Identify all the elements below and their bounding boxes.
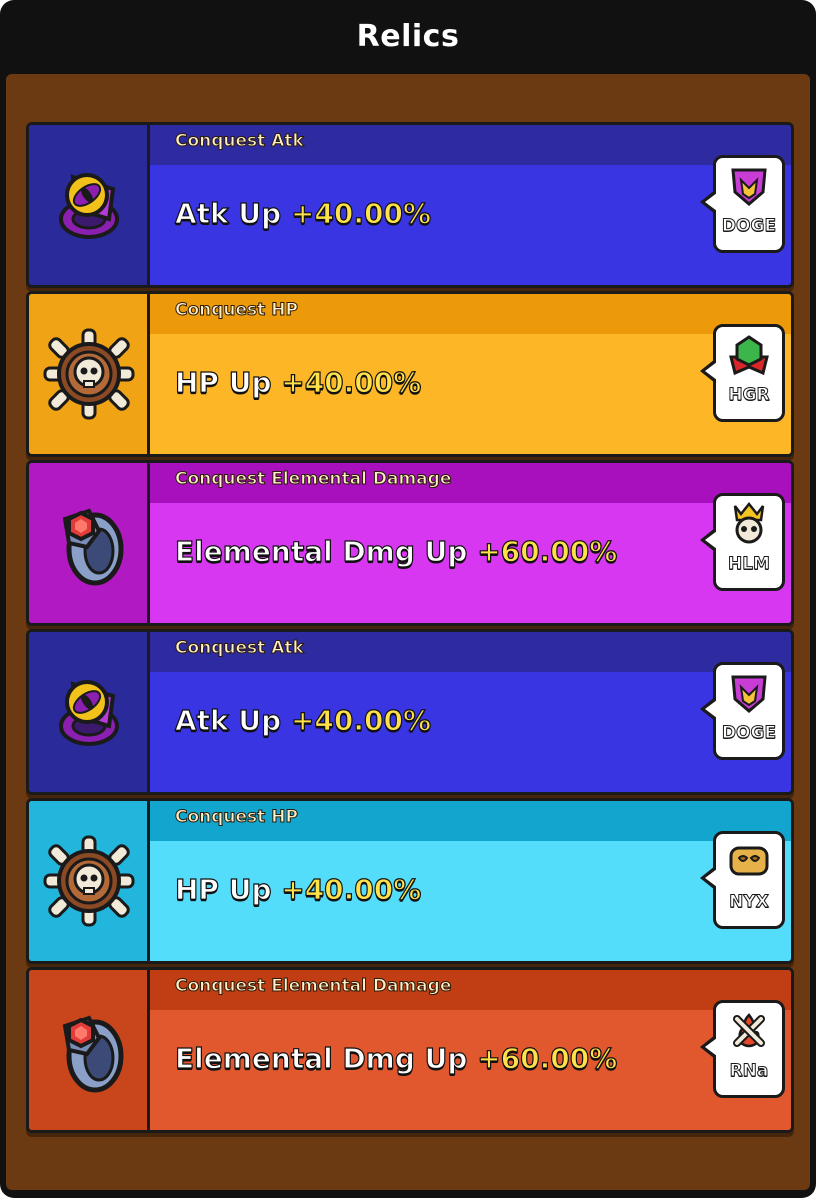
relic-value: +60.00%	[477, 534, 618, 568]
guild-tag-code: DOGE	[721, 216, 777, 237]
relic-stat: HP Up	[174, 872, 272, 906]
relic-bonus: HP Up +40.00%	[174, 365, 422, 399]
guild-tag-badge[interactable]: HLM	[700, 493, 785, 591]
guild-tag-badge[interactable]: DOGE	[700, 662, 785, 760]
guild-tag-code: NYX	[729, 892, 770, 913]
relic-stat: HP Up	[174, 365, 272, 399]
relic-stat: Atk Up	[174, 196, 282, 230]
relic-subtitle: Conquest HP	[175, 807, 299, 828]
relic-card[interactable]: Conquest Atk Atk Up +40.00% DOGE	[26, 629, 794, 795]
guild-tag-code: DOGE	[721, 723, 777, 744]
relics-panel: Relics Conquest Atk Atk Up +40.00% DOGE C	[0, 0, 816, 1198]
crowned-skull-emblem-icon	[727, 501, 771, 546]
relic-subtitle: Conquest Atk	[175, 638, 305, 659]
guild-tag-code: HLM	[728, 554, 771, 575]
guild-tag-code: RNa	[729, 1061, 769, 1082]
relic-bonus: Elemental Dmg Up +60.00%	[174, 534, 618, 568]
panel-title: Relics	[356, 18, 460, 54]
relic-subtitle: Conquest Atk	[175, 131, 305, 152]
relic-card[interactable]: Conquest HP HP Up +40.00% NYX	[26, 798, 794, 964]
guild-tag-badge[interactable]: NYX	[700, 831, 785, 929]
relic-value: +40.00%	[281, 365, 422, 399]
skull-ship-wheel-icon	[43, 835, 135, 927]
relic-card[interactable]: Conquest Atk Atk Up +40.00% DOGE	[26, 122, 794, 288]
relic-subtitle: Conquest Elemental Damage	[174, 976, 452, 997]
relic-stat: Elemental Dmg Up	[174, 534, 468, 568]
ruby-ring-icon	[43, 497, 135, 589]
relic-subtitle: Conquest Elemental Damage	[174, 469, 452, 490]
guild-tag-badge[interactable]: HGR	[700, 324, 785, 422]
relic-bonus: Atk Up +40.00%	[174, 196, 432, 230]
purple-shield-emblem-icon	[727, 164, 771, 208]
relic-bonus: HP Up +40.00%	[174, 872, 422, 906]
ruby-ring-icon	[43, 1004, 135, 1096]
relic-bonus: Elemental Dmg Up +60.00%	[174, 1041, 618, 1075]
title-bar: Relics	[0, 0, 816, 72]
relic-card[interactable]: Conquest HP HP Up +40.00% HGR	[26, 291, 794, 457]
relic-card[interactable]: Conquest Elemental Damage Elemental Dmg U…	[26, 967, 794, 1133]
relic-subtitle: Conquest HP	[175, 300, 299, 321]
eye-gem-ring-icon	[43, 666, 135, 758]
green-gem-banner-emblem-icon	[727, 333, 771, 377]
purple-shield-emblem-icon	[727, 671, 771, 715]
eye-gem-ring-icon	[43, 159, 135, 251]
guild-tag-badge[interactable]: DOGE	[700, 155, 785, 253]
skull-ship-wheel-icon	[43, 328, 135, 420]
relic-card[interactable]: Conquest Elemental Damage Elemental Dmg U…	[26, 460, 794, 626]
relic-value: +40.00%	[290, 196, 432, 230]
relic-value: +40.00%	[281, 872, 422, 906]
relic-list: Conquest Atk Atk Up +40.00% DOGE Conquest…	[6, 74, 810, 1190]
relic-stat: Elemental Dmg Up	[174, 1041, 468, 1075]
relic-stat: Atk Up	[174, 703, 282, 737]
guild-tag-code: HGR	[728, 385, 770, 406]
relic-bonus: Atk Up +40.00%	[174, 703, 432, 737]
guild-tag-badge[interactable]: RNa	[700, 1000, 785, 1098]
golden-mask-emblem-icon	[727, 840, 771, 884]
crossed-bones-flame-emblem-icon	[727, 1009, 771, 1053]
relic-value: +60.00%	[477, 1041, 618, 1075]
relic-value: +40.00%	[290, 703, 432, 737]
